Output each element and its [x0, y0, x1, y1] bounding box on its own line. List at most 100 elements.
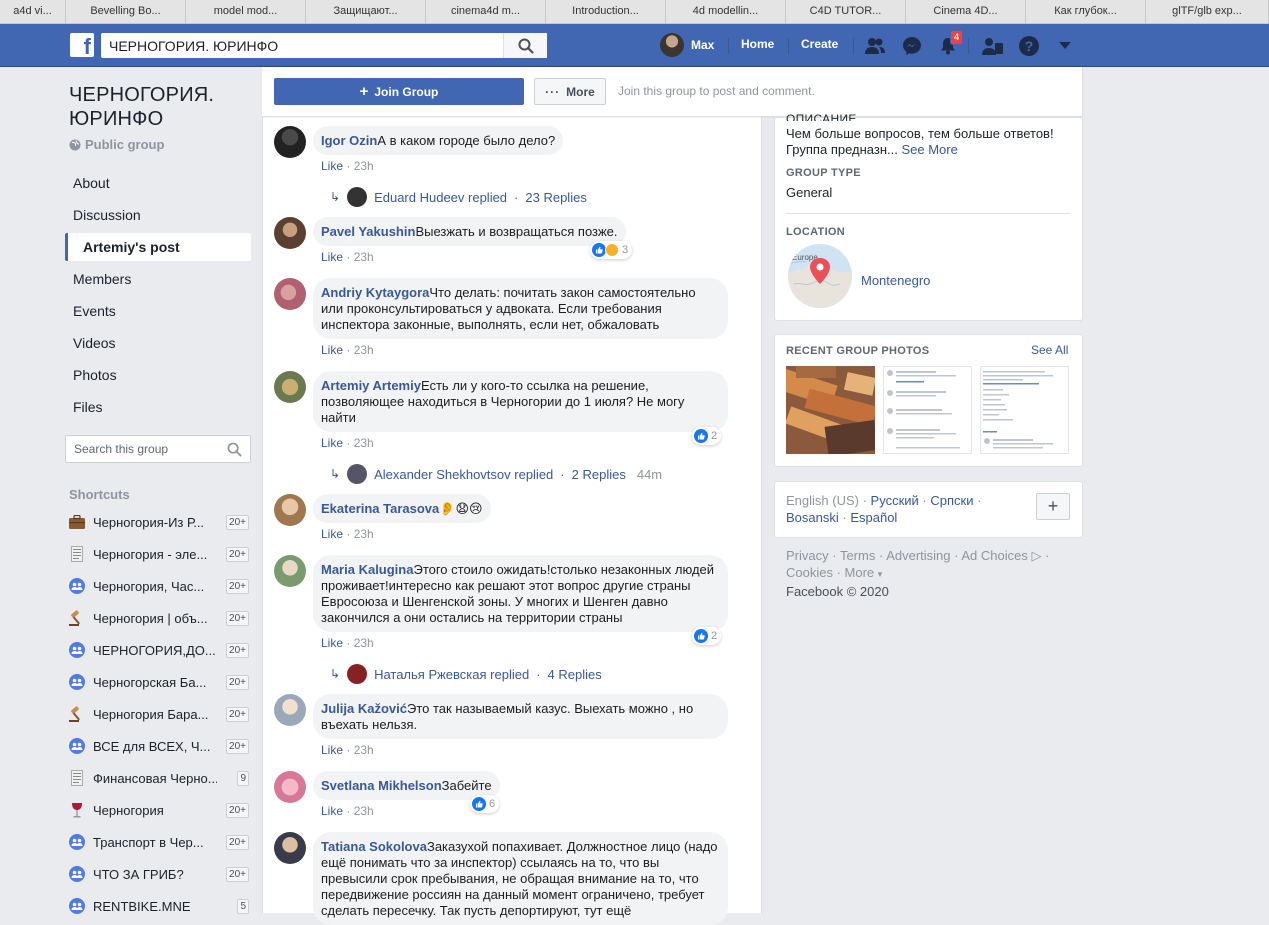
bookmark-item[interactable]: Introduction... — [546, 0, 666, 24]
view-replies-link[interactable]: ↳ Alexander Shekhovtsov replied · 2 Replies… — [330, 464, 662, 484]
nav-item-files[interactable]: Files — [65, 393, 251, 421]
nav-item-about[interactable]: About — [65, 169, 251, 197]
like-link[interactable]: Like — [321, 159, 343, 173]
comment-author[interactable]: Maria Kalugina — [321, 562, 413, 577]
comment-author[interactable]: Tatiana Sokolova — [321, 839, 427, 854]
comment-author[interactable]: Andriy Kytaygora — [321, 285, 429, 300]
location-link[interactable]: Montenegro — [861, 273, 930, 289]
reaction-summary[interactable]: 6 — [470, 795, 500, 813]
reaction-summary[interactable]: 2 — [692, 427, 722, 445]
shortcut-item[interactable]: ЧЕРНОГОРИЯ,ДО... 20+ — [69, 638, 249, 662]
avatar[interactable] — [274, 278, 306, 310]
avatar[interactable] — [274, 371, 306, 403]
nav-item-discussion[interactable]: Discussion — [65, 201, 251, 229]
search-input[interactable] — [101, 33, 501, 58]
bookmark-item[interactable]: Как глубок... — [1026, 0, 1146, 24]
avatar[interactable] — [274, 832, 306, 864]
avatar[interactable] — [274, 217, 306, 249]
facebook-logo-icon[interactable]: f — [70, 33, 94, 57]
shortcut-item[interactable]: Черногория - эле... 20+ — [69, 542, 249, 566]
shortcut-item[interactable]: Черногория-Из Р... 20+ — [69, 510, 249, 534]
group-search-input[interactable] — [66, 436, 216, 462]
bookmark-item[interactable]: model mod... — [186, 0, 306, 24]
bookmark-item[interactable]: glTF/glb exp... — [1146, 0, 1269, 24]
help-icon[interactable]: ? — [1017, 34, 1041, 58]
footer-link[interactable]: Cookies — [786, 565, 833, 580]
like-link[interactable]: Like — [321, 436, 343, 450]
shortcut-item[interactable]: Финансовая Черно... 9 — [69, 766, 249, 790]
language-link[interactable]: Español — [850, 510, 897, 525]
like-link[interactable]: Like — [321, 636, 343, 650]
bookmark-item[interactable]: Cinema 4D... — [906, 0, 1026, 24]
footer-link[interactable]: Advertising — [886, 548, 950, 563]
location-map[interactable]: Europe — [788, 244, 852, 308]
add-language-button[interactable]: + — [1036, 493, 1070, 520]
profile-link[interactable]: Max — [660, 33, 714, 57]
shortcut-item[interactable]: Черногорская Ба... 20+ — [69, 670, 249, 694]
bookmark-item[interactable]: C4D TUTOR... — [786, 0, 906, 24]
comment-time[interactable]: 23h — [354, 436, 374, 450]
comment-time[interactable]: 23h — [354, 636, 374, 650]
avatar[interactable] — [274, 494, 306, 526]
comment-time[interactable]: 23h — [354, 527, 374, 541]
nav-item-artemiy-s-post[interactable]: Artemiy's post — [65, 233, 251, 261]
view-replies-link[interactable]: ↳ Eduard Hudeev replied · 23 Replies — [330, 187, 587, 207]
language-link[interactable]: Bosanski — [786, 510, 839, 525]
like-link[interactable]: Like — [321, 804, 343, 818]
photo-thumbnail[interactable] — [786, 366, 875, 454]
footer-link[interactable]: Terms — [840, 548, 875, 563]
avatar[interactable] — [274, 126, 306, 158]
shortcut-item[interactable]: Черногория, Час... 20+ — [69, 574, 249, 598]
avatar[interactable] — [274, 555, 306, 587]
search-button[interactable] — [503, 33, 547, 58]
group-title[interactable]: ЧЕРНОГОРИЯ. ЮРИНФО — [69, 83, 249, 131]
footer-link[interactable]: Privacy — [786, 548, 829, 563]
nav-item-videos[interactable]: Videos — [65, 329, 251, 357]
comment-author[interactable]: Julija Kažović — [321, 701, 407, 716]
home-link[interactable]: Home — [741, 37, 774, 51]
photo-thumbnail[interactable] — [883, 366, 972, 454]
messenger-icon[interactable] — [900, 34, 924, 58]
like-link[interactable]: Like — [321, 527, 343, 541]
shortcut-item[interactable]: ВСЕ для ВСЕХ, Ч... 20+ — [69, 734, 249, 758]
shortcut-item[interactable]: ЧТО ЗА ГРИБ? 20+ — [69, 862, 249, 886]
bookmark-item[interactable]: a4d vi... — [0, 0, 66, 24]
footer-link[interactable]: Ad Choices — [961, 548, 1027, 563]
nav-item-photos[interactable]: Photos — [65, 361, 251, 389]
comment-time[interactable]: 23h — [354, 250, 374, 264]
shortcut-item[interactable]: Транспорт в Чер... 20+ — [69, 830, 249, 854]
bookmark-item[interactable]: Bevelling Bo... — [66, 0, 186, 24]
language-link[interactable]: Русский — [871, 493, 919, 508]
avatar[interactable] — [274, 694, 306, 726]
bookmark-item[interactable]: cinema4d m... — [426, 0, 546, 24]
comment-author[interactable]: Svetlana Mikhelson — [321, 778, 442, 793]
search-icon[interactable] — [227, 442, 242, 457]
friend-requests-icon[interactable] — [863, 34, 887, 58]
shortcut-item[interactable]: Черногория Бара... 20+ — [69, 702, 249, 726]
language-link[interactable]: Српски — [930, 493, 973, 508]
join-group-button[interactable]: + Join Group — [274, 78, 524, 105]
like-link[interactable]: Like — [321, 343, 343, 357]
nav-item-members[interactable]: Members — [65, 265, 251, 293]
comment-author[interactable]: Igor Ozin — [321, 133, 377, 148]
bookmark-item[interactable]: 4d modellin... — [666, 0, 786, 24]
view-replies-link[interactable]: ↳ Наталья Ржевская replied · 4 Replies — [330, 664, 602, 684]
more-button[interactable]: ··· More — [534, 78, 606, 105]
like-link[interactable]: Like — [321, 743, 343, 757]
footer-link[interactable]: More — [845, 565, 875, 580]
photo-thumbnail[interactable] — [980, 366, 1069, 454]
comment-time[interactable]: 23h — [354, 743, 374, 757]
bookmark-item[interactable]: Защищают... — [306, 0, 426, 24]
avatar[interactable] — [274, 771, 306, 803]
create-link[interactable]: Create — [801, 37, 838, 51]
shortcut-item[interactable]: Черногория | объ... 20+ — [69, 606, 249, 630]
comment-time[interactable]: 23h — [354, 159, 374, 173]
comment-author[interactable]: Ekaterina Tarasova — [321, 501, 439, 516]
shortcut-item[interactable]: Черногория 20+ — [69, 798, 249, 822]
comment-author[interactable]: Pavel Yakushin — [321, 224, 415, 239]
reaction-summary[interactable]: 2 — [692, 627, 722, 645]
nav-item-events[interactable]: Events — [65, 297, 251, 325]
see-more-link[interactable]: See More — [901, 142, 957, 157]
comment-time[interactable]: 23h — [354, 804, 374, 818]
like-link[interactable]: Like — [321, 250, 343, 264]
